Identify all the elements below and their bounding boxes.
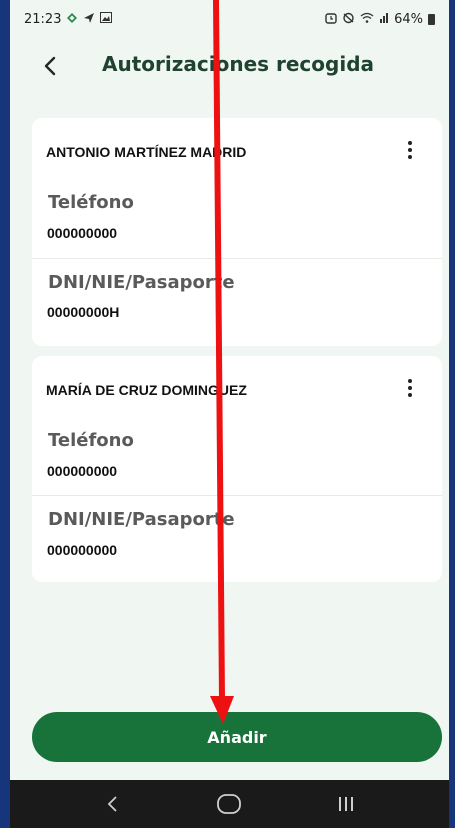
dot — [408, 393, 412, 397]
battery-percent: 64% — [394, 11, 423, 27]
dot — [408, 386, 412, 390]
authorized-person-name: MARÍA DE CRUZ DOMINGUEZ — [46, 382, 247, 398]
system-nav-bar — [10, 780, 449, 828]
dot — [408, 379, 412, 383]
alarm-icon — [325, 12, 337, 27]
id-label: DNI/NIE/Pasaporte — [48, 509, 235, 530]
more-options-button[interactable] — [398, 374, 422, 402]
battery-icon — [428, 13, 435, 25]
id-value: 00000000H — [47, 304, 120, 320]
cellular-signal-icon — [379, 12, 389, 26]
status-left: 21:23 — [24, 11, 113, 27]
status-bar: 21:23 64% — [10, 0, 449, 38]
chevron-left-icon — [44, 56, 56, 76]
image-icon — [100, 12, 113, 26]
home-nav-icon[interactable] — [209, 784, 249, 824]
more-options-button[interactable] — [398, 136, 422, 164]
id-value: 000000000 — [47, 542, 118, 558]
wifi-icon — [360, 12, 374, 26]
back-nav-icon[interactable] — [93, 784, 133, 824]
add-button[interactable]: Añadir — [32, 712, 442, 762]
recents-nav-icon[interactable] — [326, 784, 366, 824]
back-button[interactable] — [32, 48, 68, 84]
divider — [32, 258, 442, 259]
dot — [408, 148, 412, 152]
app-header: Autorizaciones recogida — [10, 38, 449, 96]
phone-value: 000000000 — [47, 225, 118, 241]
phone-label: Teléfono — [48, 192, 134, 213]
mute-icon — [342, 12, 355, 27]
dot — [408, 155, 412, 159]
phone-screen: 21:23 64% Autorizaciones recogida ANTONI… — [10, 0, 449, 828]
divider — [32, 495, 442, 496]
authorization-card: ANTONIO MARTÍNEZ MADRID Teléfono 0000000… — [32, 118, 442, 346]
status-time: 21:23 — [24, 11, 62, 27]
id-label: DNI/NIE/Pasaporte — [48, 272, 235, 293]
page-title: Autorizaciones recogida — [102, 52, 375, 76]
status-right: 64% — [325, 12, 435, 27]
authorized-person-name: ANTONIO MARTÍNEZ MADRID — [46, 144, 247, 160]
dot — [408, 141, 412, 145]
phone-label: Teléfono — [48, 430, 134, 451]
signal-app-icon — [66, 12, 78, 27]
authorization-card: MARÍA DE CRUZ DOMINGUEZ Teléfono 0000000… — [32, 356, 442, 582]
phone-value: 000000000 — [47, 463, 118, 479]
send-icon — [83, 12, 95, 27]
